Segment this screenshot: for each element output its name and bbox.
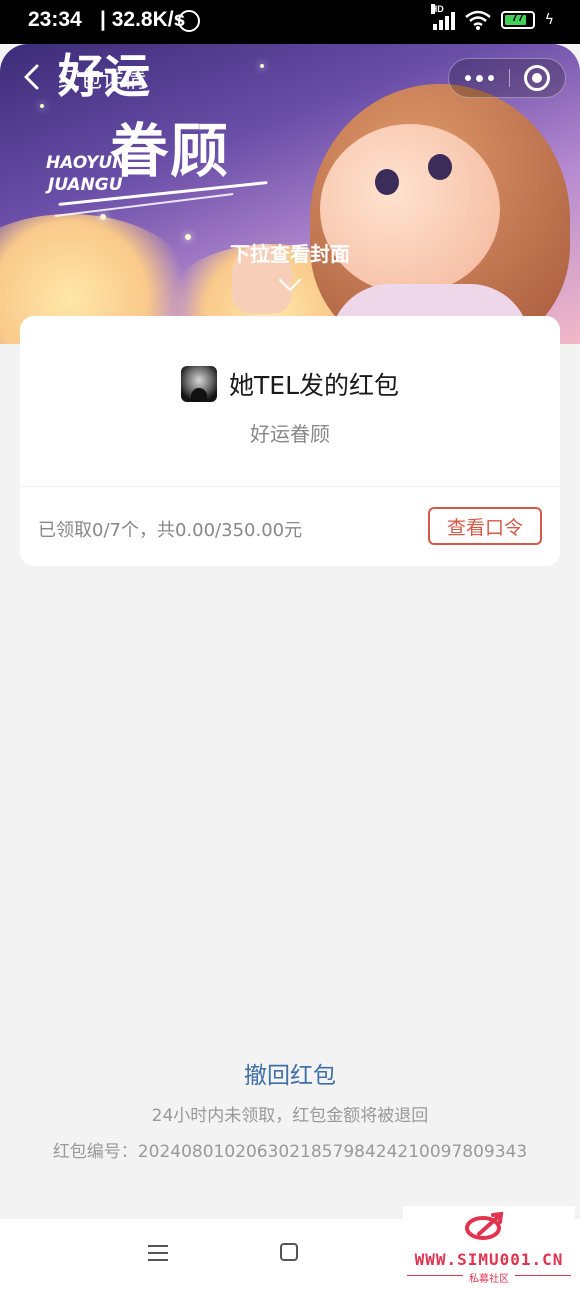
cover-pinyin-line2: JUANGU bbox=[48, 175, 123, 195]
cover-title: 眷顾 bbox=[110, 117, 231, 185]
view-password-button[interactable]: 查看口令 bbox=[428, 507, 542, 545]
illustration-eye bbox=[375, 169, 399, 195]
refund-note: 24小时内未领取，红包金额将被退回 bbox=[151, 1106, 429, 1126]
claim-status: 已领取0/7个，共0.00/350.00元 bbox=[38, 520, 303, 541]
status-icons: HD 77 ϟ bbox=[430, 4, 554, 30]
charging-icon: ϟ bbox=[544, 12, 554, 28]
home-icon[interactable] bbox=[280, 1243, 298, 1261]
watermark-label: 私募社区 bbox=[469, 1274, 509, 1285]
status-time: 23:34 bbox=[28, 8, 82, 31]
status-network-speed: | 32.8K/s bbox=[100, 8, 186, 31]
status-bar: 23:34 | 32.8K/s HD 77 ϟ bbox=[0, 0, 580, 44]
divider bbox=[20, 486, 560, 487]
capsule-divider bbox=[509, 69, 510, 87]
sender-name: 她TEL发的红包 bbox=[229, 371, 399, 400]
star-decoration bbox=[260, 64, 264, 68]
watermark-site: WWW.SIMU001.CN bbox=[414, 1250, 564, 1269]
star-decoration bbox=[40, 104, 44, 108]
mini-program-capsule bbox=[448, 58, 566, 98]
hd-label: HD bbox=[430, 4, 444, 14]
watermark-line bbox=[515, 1275, 571, 1276]
battery-icon: 77 bbox=[500, 11, 535, 29]
battery-level: 77 bbox=[511, 12, 524, 24]
greeting-text: 好运眷顾 bbox=[250, 422, 330, 446]
more-icon[interactable] bbox=[465, 59, 494, 97]
pull-down-hint: 下拉查看封面 bbox=[230, 242, 350, 266]
signal-icon: HD bbox=[430, 4, 455, 30]
cover-pinyin-line1: HAOYUN bbox=[46, 153, 127, 173]
wifi-icon bbox=[464, 10, 491, 30]
sender-avatar[interactable] bbox=[181, 366, 217, 402]
packet-serial: 红包编号：20240801020630218579842421009780934… bbox=[52, 1142, 528, 1162]
star-decoration bbox=[100, 214, 106, 220]
cover-pinyin: HAOYUN JUANGU bbox=[46, 152, 126, 196]
withdraw-link[interactable]: 撤回红包 bbox=[0, 1056, 580, 1090]
illustration-eye bbox=[428, 154, 452, 180]
page-title: 红包详情 bbox=[58, 68, 147, 93]
illustration-face bbox=[320, 124, 500, 294]
alarm-icon bbox=[178, 10, 200, 32]
watermark: WWW.SIMU001.CN 私募社区 bbox=[403, 1206, 575, 1286]
watermark-logo bbox=[465, 1211, 504, 1240]
red-packet-card: 她TEL发的红包 好运眷顾 已领取0/7个，共0.00/350.00元 查看口令 bbox=[20, 316, 560, 566]
sender-row: 她TEL发的红包 bbox=[20, 366, 560, 402]
close-mini-program-icon[interactable] bbox=[524, 65, 550, 91]
menu-icon[interactable] bbox=[148, 1245, 168, 1261]
back-icon[interactable] bbox=[18, 62, 48, 92]
